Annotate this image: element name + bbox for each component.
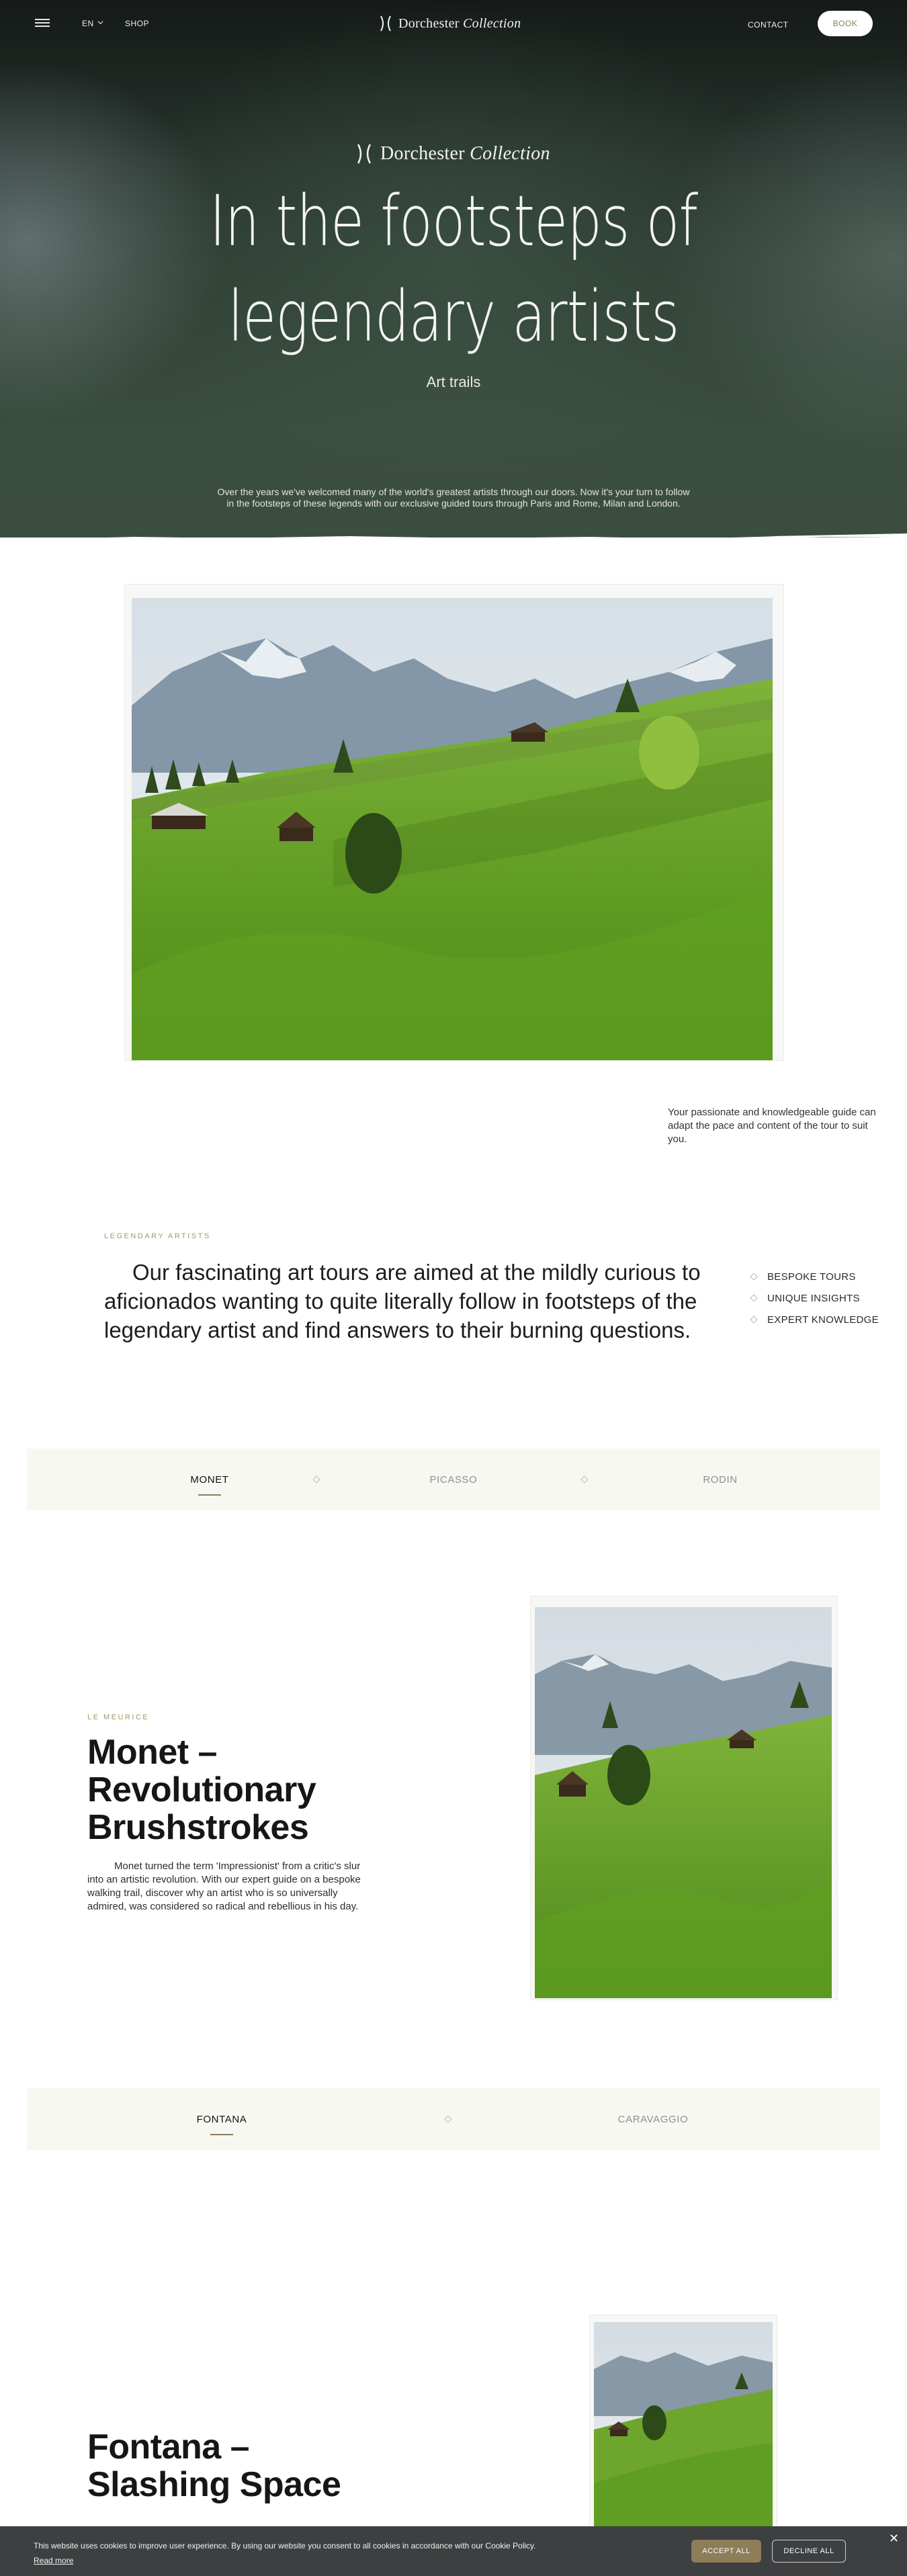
diamond-icon xyxy=(312,1475,320,1484)
intro-lead: Our fascinating art tours are aimed at t… xyxy=(104,1260,701,1342)
guide-caption: Your passionate and knowledgeable guide … xyxy=(668,1107,876,1145)
accept-all-button[interactable]: ACCEPT ALL xyxy=(691,2540,761,2563)
logo-mark-icon xyxy=(380,15,391,32)
cookie-read-more-link[interactable]: Read more xyxy=(34,2556,73,2565)
hotel-eyebrow: LE MEURICE xyxy=(87,1713,150,1721)
artist-tabs-2: FONTANA CARAVAGGIO xyxy=(27,2088,880,2150)
diamond-icon xyxy=(750,1316,758,1324)
monet-title: Monet – Revolutionary Brushstrokes xyxy=(87,1733,316,1846)
language-selector[interactable]: EN xyxy=(82,19,94,28)
logo-text: Dorchester xyxy=(398,15,460,31)
tab-label: CARAVAGGIO xyxy=(617,2113,689,2125)
tab-label: PICASSO xyxy=(429,1473,478,1486)
hero-logo-text: Dorchester xyxy=(380,143,465,164)
fontana-photo xyxy=(594,2322,773,2530)
cookie-text: This website uses cookies to improve use… xyxy=(34,2541,536,2550)
monet-photo xyxy=(535,1607,832,1998)
chevron-down-icon[interactable] xyxy=(97,19,103,26)
active-tab-indicator xyxy=(198,1494,221,1496)
feature-item: BESPOKE TOURS xyxy=(750,1266,879,1287)
menu-icon[interactable] xyxy=(35,17,50,28)
tab-caravaggio[interactable]: CARAVAGGIO xyxy=(566,2088,740,2150)
hero-logo: Dorchester Collection xyxy=(355,142,550,165)
hero-intro: Over the years we've welcomed many of th… xyxy=(198,486,709,509)
hero-intro-line-1: Over the years we've welcomed many of th… xyxy=(217,486,690,497)
feature-list: BESPOKE TOURS UNIQUE INSIGHTS EXPERT KNO… xyxy=(750,1266,879,1330)
diamond-icon xyxy=(750,1273,758,1281)
contact-link[interactable]: CONTACT xyxy=(748,20,789,30)
monet-body: Monet turned the term 'Impressionist' fr… xyxy=(87,1860,361,1912)
tab-monet[interactable]: MONET xyxy=(129,1449,290,1510)
page-title: In the footsteps of legendary artists xyxy=(191,173,716,364)
hero-intro-line-2: in the footsteps of these legends with o… xyxy=(226,498,681,509)
brand-logo[interactable]: Dorchester Collection xyxy=(378,13,521,34)
section-eyebrow: LEGENDARY ARTISTS xyxy=(104,1232,211,1240)
diamond-icon xyxy=(750,1294,758,1302)
feature-label: UNIQUE INSIGHTS xyxy=(767,1292,860,1304)
fontana-title-line-2: Slashing Space xyxy=(87,2465,341,2504)
monet-title-line-2: Revolutionary xyxy=(87,1770,316,1809)
tab-label: MONET xyxy=(190,1473,229,1486)
feature-label: BESPOKE TOURS xyxy=(767,1271,856,1283)
tab-label: RODIN xyxy=(703,1473,738,1486)
logo-text-italic: Collection xyxy=(463,15,521,31)
decline-all-button[interactable]: DECLINE ALL xyxy=(772,2540,846,2563)
book-button[interactable]: BOOK xyxy=(818,11,873,36)
monet-title-line-3: Brushstrokes xyxy=(87,1808,309,1847)
hero-section: EN SHOP Dorchester Collection CONTACT BO… xyxy=(0,0,907,538)
artist-tabs: MONET PICASSO RODIN xyxy=(27,1449,880,1510)
title-line-2: legendary artists xyxy=(228,275,679,357)
tab-rodin[interactable]: RODIN xyxy=(640,1449,801,1510)
feature-item: EXPERT KNOWLEDGE xyxy=(750,1309,879,1330)
title-line-1: In the footsteps of xyxy=(209,180,698,262)
shop-link[interactable]: SHOP xyxy=(125,19,149,28)
monet-landscape-illustration xyxy=(535,1607,832,1998)
diamond-icon xyxy=(444,2115,452,2123)
tab-label: FONTANA xyxy=(196,2113,247,2125)
tab-fontana[interactable]: FONTANA xyxy=(134,2088,309,2150)
cookie-banner: This website uses cookies to improve use… xyxy=(0,2526,907,2576)
torn-edge xyxy=(0,533,907,538)
hero-logo-text-italic: Collection xyxy=(470,143,550,164)
fontana-landscape-illustration xyxy=(594,2322,773,2530)
landscape-photo xyxy=(132,598,773,1060)
landscape-illustration xyxy=(132,598,773,1060)
logo-mark-icon xyxy=(357,144,372,164)
monet-title-line-1: Monet – xyxy=(87,1733,217,1772)
active-tab-indicator xyxy=(210,2134,233,2135)
fontana-title-line-1: Fontana – xyxy=(87,2428,250,2466)
close-icon[interactable]: ✕ xyxy=(889,2532,899,2546)
diamond-icon xyxy=(580,1475,589,1484)
hero-subtitle: Art trails xyxy=(426,374,481,390)
fontana-title: Fontana – Slashing Space xyxy=(87,2428,341,2503)
tab-picasso[interactable]: PICASSO xyxy=(373,1449,534,1510)
feature-label: EXPERT KNOWLEDGE xyxy=(767,1314,879,1326)
feature-item: UNIQUE INSIGHTS xyxy=(750,1287,879,1309)
